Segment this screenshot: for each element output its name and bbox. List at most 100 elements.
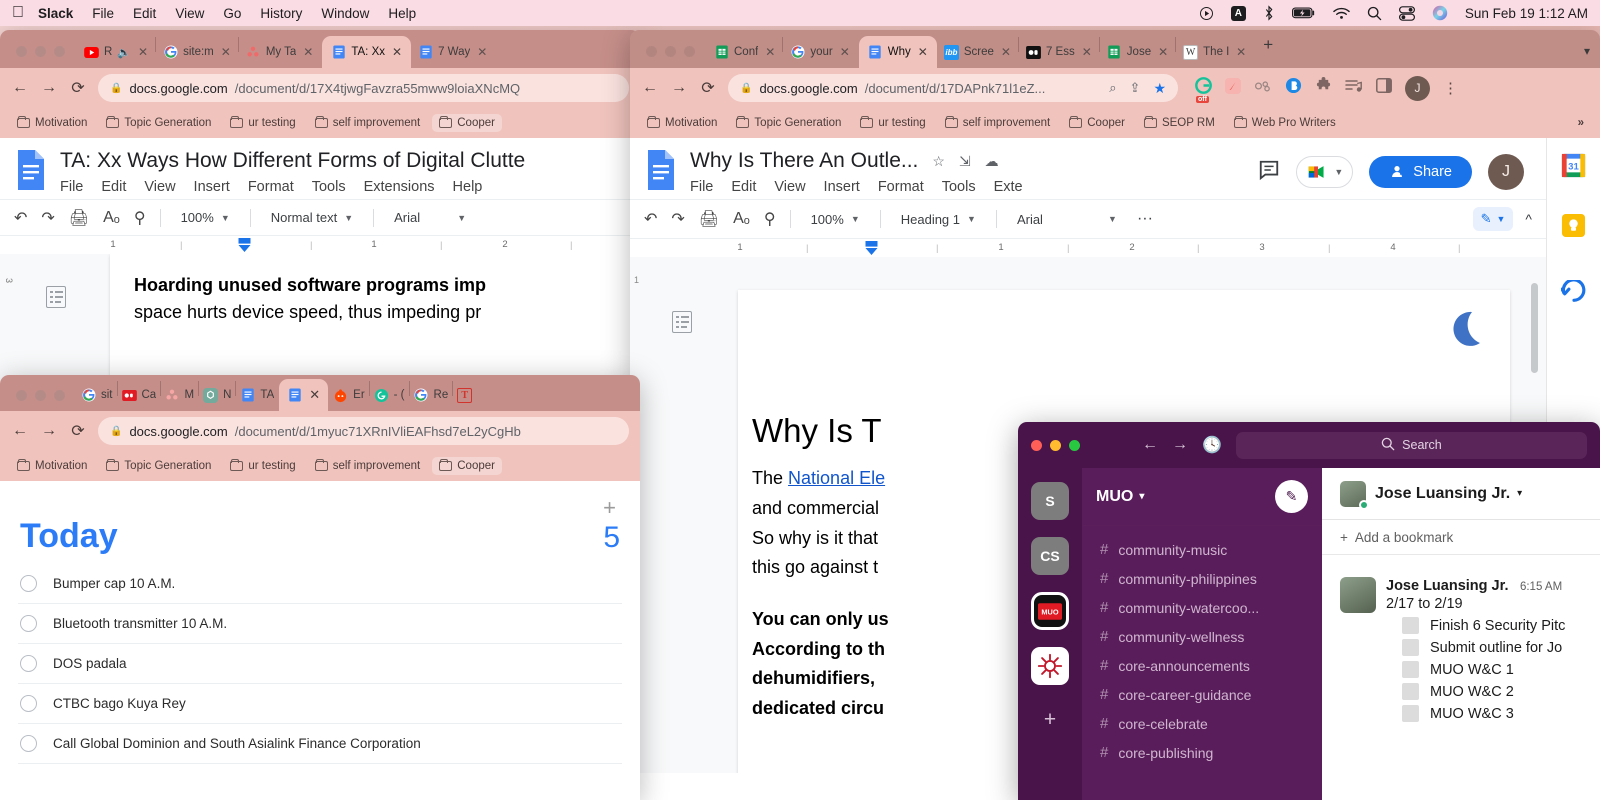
maximize-window-button[interactable]	[54, 46, 65, 57]
reload-icon[interactable]: ⟳	[69, 421, 87, 441]
new-tab-button[interactable]: +	[1253, 35, 1283, 63]
share-button[interactable]: Share	[1369, 156, 1472, 188]
bookmarks-overflow-button[interactable]: »	[1578, 117, 1590, 129]
win2-doc-actions[interactable]: ▼ Share J	[1258, 148, 1532, 190]
win2-tab-1-close[interactable]: ✕	[840, 45, 850, 59]
win2-tab-4[interactable]: 7 Ess ✕	[1019, 36, 1099, 68]
print-icon[interactable]: 🖨	[69, 208, 89, 228]
slack-todo-item[interactable]: MUO W&C 2	[1386, 683, 1565, 700]
menubar-item-edit[interactable]: Edit	[133, 6, 156, 21]
slack-channel-item[interactable]: # community-wellness	[1082, 622, 1322, 651]
forward-arrow-icon[interactable]: →	[670, 79, 688, 97]
share-icon[interactable]: ⇪	[1130, 80, 1141, 96]
forward-arrow-icon[interactable]: →	[40, 79, 58, 97]
bookmark-star-icon[interactable]: ★	[1153, 80, 1166, 97]
history-clock-icon[interactable]: 🕓	[1202, 435, 1222, 455]
task-row[interactable]: Bluetooth transmitter 10 A.M.	[18, 604, 622, 644]
doc-menu-view[interactable]: View	[144, 179, 175, 195]
todo-checkbox[interactable]	[1402, 705, 1419, 722]
workspace-s-icon[interactable]: S	[1031, 482, 1069, 520]
slack-channel-item[interactable]: # community-philippines	[1082, 564, 1322, 593]
workspace-muo-icon[interactable]: MUO	[1031, 592, 1069, 630]
slack-channel-item[interactable]: # core-announcements	[1082, 651, 1322, 680]
google-tasks-icon[interactable]	[1560, 278, 1587, 304]
cloud-saved-icon[interactable]: ☁	[985, 153, 999, 170]
slack-workspace-name[interactable]: MUO ▾	[1096, 488, 1144, 506]
win2-bookmark-2[interactable]: ur testing	[853, 114, 932, 132]
slack-todo-item[interactable]: MUO W&C 1	[1386, 661, 1565, 678]
win2-tab-4-close[interactable]: ✕	[1082, 45, 1092, 59]
win3-tab-2[interactable]: M	[161, 379, 199, 411]
win3-address-bar[interactable]: 🔒 docs.google.com/document/d/1myuc71XRnI…	[98, 417, 629, 445]
chrome-menu-icon[interactable]: ⋮	[1443, 81, 1458, 96]
win3-tab-7[interactable]: - (	[370, 379, 409, 411]
control-center-icon[interactable]	[1398, 5, 1415, 21]
menubar-item-file[interactable]: File	[92, 6, 114, 21]
menubar-item-help[interactable]: Help	[388, 6, 416, 21]
win3-traffic-lights[interactable]	[8, 390, 77, 411]
profile-avatar[interactable]: J	[1405, 75, 1430, 101]
slack-channel-item[interactable]: # core-celebrate	[1082, 709, 1322, 738]
win3-bookmark-3[interactable]: self improvement	[308, 457, 428, 475]
maximize-window-button[interactable]	[54, 390, 65, 401]
slack-channel-sidebar[interactable]: MUO ▾ ✎ # community-music # community-phil…	[1082, 468, 1322, 800]
add-task-button[interactable]: +	[603, 495, 616, 521]
win2-doc-title[interactable]: Why Is There An Outle...	[690, 148, 918, 174]
win1-bookmark-2[interactable]: ur testing	[223, 114, 302, 132]
paragraph-style-select[interactable]: Normal text ▼	[265, 207, 359, 228]
google-meet-button[interactable]: ▼	[1296, 156, 1354, 188]
slack-channel-item[interactable]: # core-publishing	[1082, 738, 1322, 767]
reading-list-icon[interactable]	[1345, 79, 1363, 98]
menubar-item-window[interactable]: Window	[321, 6, 369, 21]
task-checkbox[interactable]	[20, 655, 37, 672]
todo-checkbox[interactable]	[1402, 683, 1419, 700]
win2-tab-2-close[interactable]: ✕	[918, 45, 928, 59]
slack-search-bar[interactable]: Search	[1235, 431, 1587, 459]
paint-format-icon[interactable]: ⚲	[134, 208, 146, 228]
win3-tab-3[interactable]: N	[199, 379, 235, 411]
win3-bookmark-1[interactable]: Topic Generation	[99, 457, 218, 475]
win2-traffic-lights[interactable]	[638, 46, 707, 68]
back-arrow-icon[interactable]: ←	[1142, 436, 1158, 454]
win1-tab-0-close[interactable]: ✕	[138, 45, 148, 59]
doc-menu-view[interactable]: View	[774, 179, 805, 195]
slack-todo-item[interactable]: Submit outline for Jo	[1386, 639, 1565, 656]
pocket-icon[interactable]	[1254, 79, 1272, 97]
menubar-clock[interactable]: Sun Feb 19 1:12 AM	[1465, 6, 1588, 21]
win2-bookmark-1[interactable]: Topic Generation	[729, 114, 848, 132]
win1-tab-1[interactable]: site:m ✕	[156, 36, 238, 68]
win2-tab-0-close[interactable]: ✕	[765, 45, 775, 59]
forward-arrow-icon[interactable]: →	[1172, 436, 1188, 454]
side-panel-icon[interactable]	[1376, 78, 1392, 98]
font-select[interactable]: Arial ▼	[388, 207, 472, 228]
doc-menu-extensions[interactable]: Exte	[994, 179, 1023, 195]
google-calendar-icon[interactable]: 31	[1561, 152, 1587, 178]
slack-channel-item[interactable]: # community-music	[1082, 535, 1322, 564]
maximize-window-button[interactable]	[684, 46, 695, 57]
win3-tab-5[interactable]: ✕	[279, 379, 329, 411]
slack-titlebar[interactable]: ← → 🕓 Search	[1018, 422, 1600, 468]
win3-tab-5-close[interactable]: ✕	[309, 387, 320, 403]
win2-bookmark-5[interactable]: SEOP RM	[1137, 114, 1222, 132]
todo-checkbox[interactable]	[1402, 661, 1419, 678]
win1-tab-2[interactable]: My Ta ✕	[239, 36, 321, 68]
undo-icon[interactable]: ↶	[14, 208, 27, 228]
task-checkbox[interactable]	[20, 615, 37, 632]
doc-menu-help[interactable]: Help	[453, 179, 483, 195]
slack-message-author[interactable]: Jose Luansing Jr.	[1386, 578, 1509, 594]
tab-audio-icon[interactable]: 🔈	[117, 46, 131, 59]
doc-menu-format[interactable]: Format	[248, 179, 294, 195]
win3-tab-8[interactable]: Re	[410, 379, 453, 411]
win1-doc-body[interactable]: Hoarding unused software programs imp sp…	[110, 254, 640, 344]
chrome-window-3[interactable]: sit Ca M N TA ✕ Er - (Re T ← → ⟳ 🔒 docs…	[0, 375, 640, 800]
close-window-button[interactable]	[16, 46, 27, 57]
win1-ruler[interactable]: 1 1 2 | | | |	[0, 235, 640, 255]
win1-bookmark-1[interactable]: Topic Generation	[99, 114, 218, 132]
forward-arrow-icon[interactable]: →	[40, 422, 58, 440]
win3-tab-4[interactable]: TA	[236, 379, 278, 411]
win2-bookmark-0[interactable]: Motivation	[640, 114, 724, 132]
win1-tab-4-close[interactable]: ✕	[477, 45, 487, 59]
doc-user-avatar[interactable]: J	[1488, 154, 1524, 190]
task-row[interactable]: Call Global Dominion and South Asialink …	[18, 724, 622, 764]
back-arrow-icon[interactable]: ←	[641, 79, 659, 97]
